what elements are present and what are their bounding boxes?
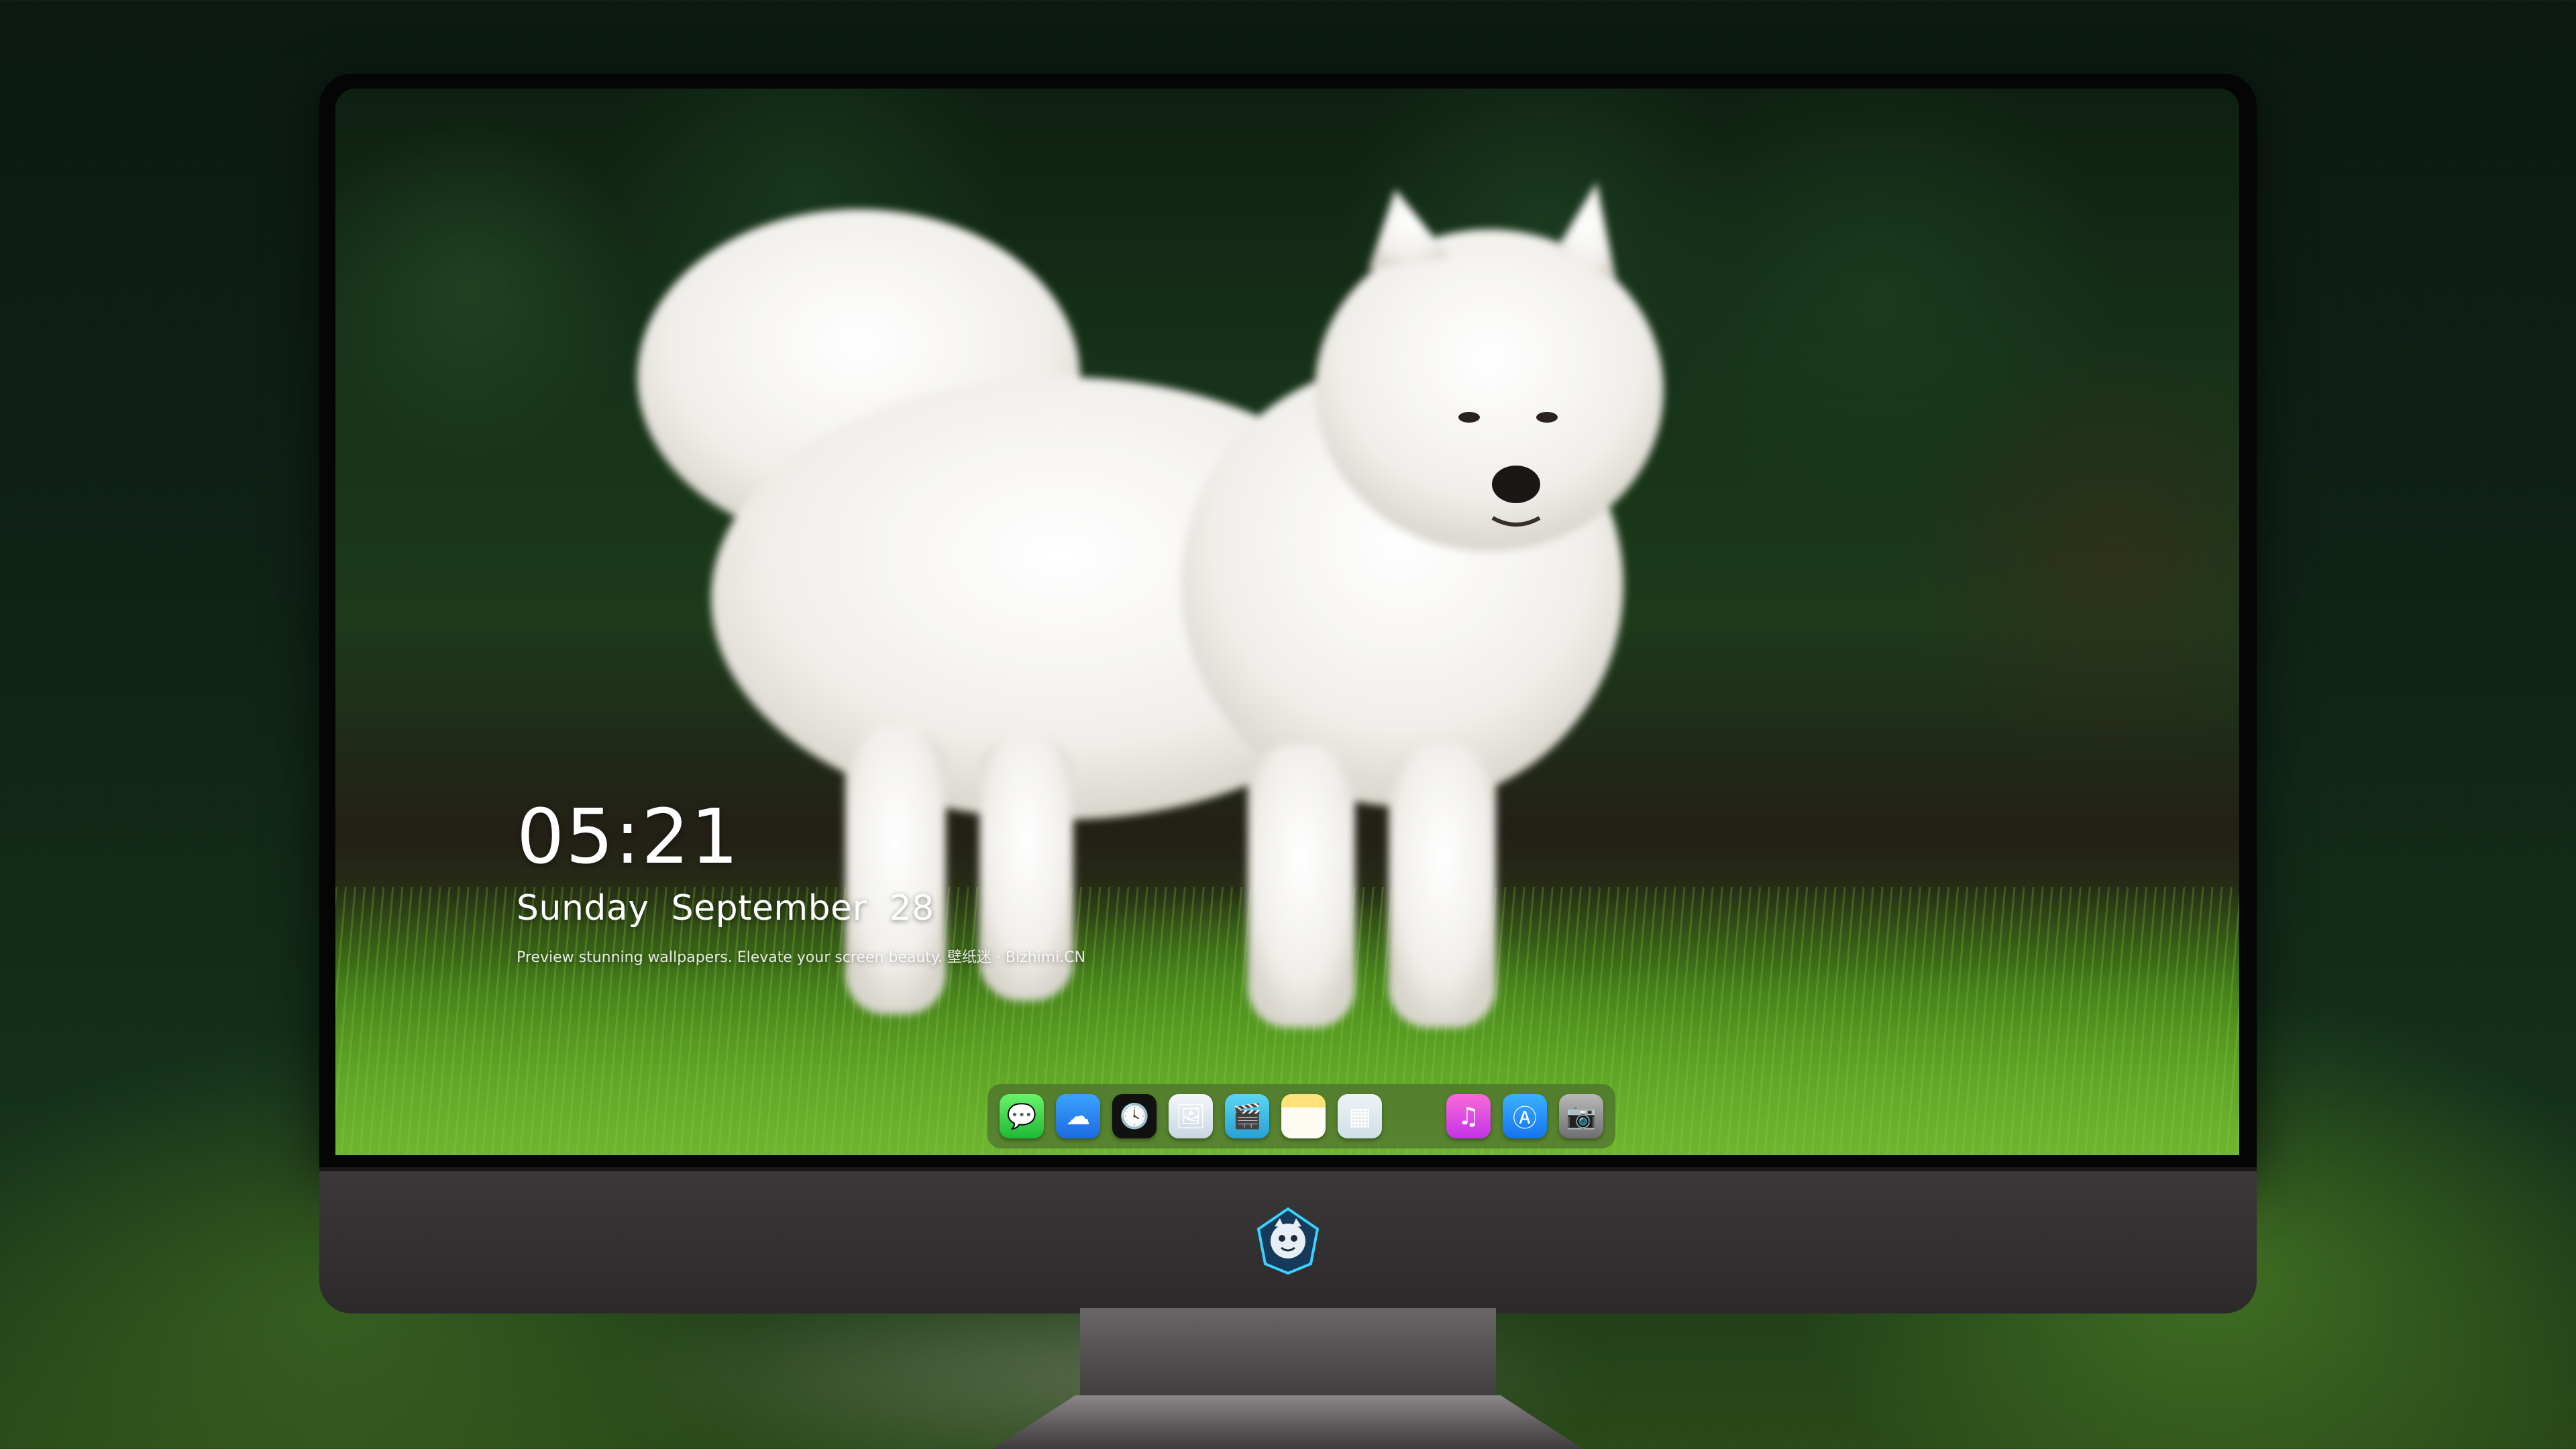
weather-icon[interactable]: ☁: [1056, 1094, 1100, 1138]
monitor: 05:21 Sunday September 28 Preview stunni…: [319, 74, 2257, 1313]
clock-day: 28: [889, 888, 934, 928]
dock: 💬 ☁ 🕓 🖼 🎬 ▦ ♫ Ⓐ 📷: [987, 1084, 1615, 1148]
monitor-chin: [319, 1167, 2257, 1313]
photos-icon[interactable]: ▦: [1338, 1094, 1382, 1138]
monitor-bezel: 05:21 Sunday September 28 Preview stunni…: [319, 74, 2257, 1167]
preview-icon[interactable]: 🖼: [1169, 1094, 1213, 1138]
brand-logo-icon: [1256, 1207, 1320, 1275]
clock-month: September: [671, 888, 867, 928]
clock-time: 05:21: [517, 794, 740, 881]
clock-date: Sunday September 28: [517, 888, 1085, 928]
monitor-stand-base: [993, 1395, 1583, 1449]
notes-icon[interactable]: [1281, 1094, 1326, 1138]
camera-icon[interactable]: 📷: [1559, 1094, 1603, 1138]
desktop-screen[interactable]: 05:21 Sunday September 28 Preview stunni…: [335, 89, 2239, 1155]
wallpaper-caption: Preview stunning wallpapers. Elevate you…: [517, 949, 1086, 967]
wallpaper-dog-image: [637, 182, 1664, 1028]
music-icon[interactable]: ♫: [1446, 1094, 1491, 1138]
final-cut-icon[interactable]: 🎬: [1225, 1094, 1269, 1138]
messages-icon[interactable]: 💬: [1000, 1094, 1044, 1138]
clock-icon[interactable]: 🕓: [1112, 1094, 1157, 1138]
clock-weekday: Sunday: [517, 888, 649, 928]
app-store-icon[interactable]: Ⓐ: [1503, 1094, 1547, 1138]
lockscreen-clock: 05:21 Sunday September 28 Preview stunni…: [517, 800, 1085, 967]
